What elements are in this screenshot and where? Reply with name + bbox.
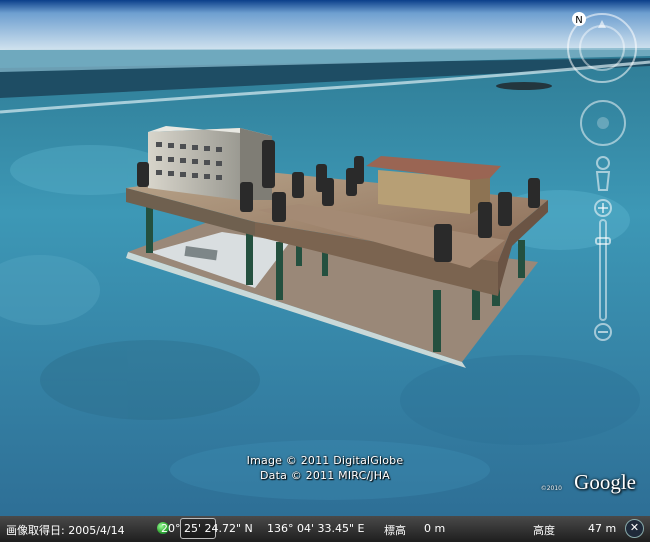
data-credit: Data © 2011 MIRC/JHA xyxy=(259,469,390,482)
move-joystick-icon[interactable] xyxy=(578,98,628,148)
elevation-value: 0 m xyxy=(424,522,446,535)
elevation-label: 標高 xyxy=(384,524,406,537)
north-compass-icon[interactable]: N xyxy=(570,10,588,28)
street-view-pegman-icon[interactable] xyxy=(592,156,614,194)
map-scene[interactable] xyxy=(0,0,650,516)
imagery-credit: Image © 2011 DigitalGlobe xyxy=(246,454,404,467)
google-logo: Google xyxy=(574,470,636,494)
logo-copyright: ©2010 xyxy=(540,485,562,492)
zoom-slider-icon[interactable] xyxy=(592,198,614,346)
status-bar: 画像取得日: 2005/4/14 20° 25' 24.72" N 136° 0… xyxy=(0,516,650,542)
eye-altitude-label: 高度 xyxy=(533,524,555,537)
close-icon[interactable]: ✕ xyxy=(625,519,644,538)
distant-island xyxy=(496,82,552,90)
sky xyxy=(0,0,650,52)
latitude-readout: 20° 25' 24.72" N xyxy=(161,522,253,535)
eye-altitude-value: 47 m xyxy=(588,522,617,535)
imagery-date: 画像取得日: 2005/4/14 xyxy=(6,524,125,537)
earth-3d-view[interactable]: N Image © 2011 DigitalGlobe Data © 2011 … xyxy=(0,0,650,542)
longitude-readout: 136° 04' 33.45" E xyxy=(267,522,365,535)
svg-text:N: N xyxy=(575,15,582,26)
